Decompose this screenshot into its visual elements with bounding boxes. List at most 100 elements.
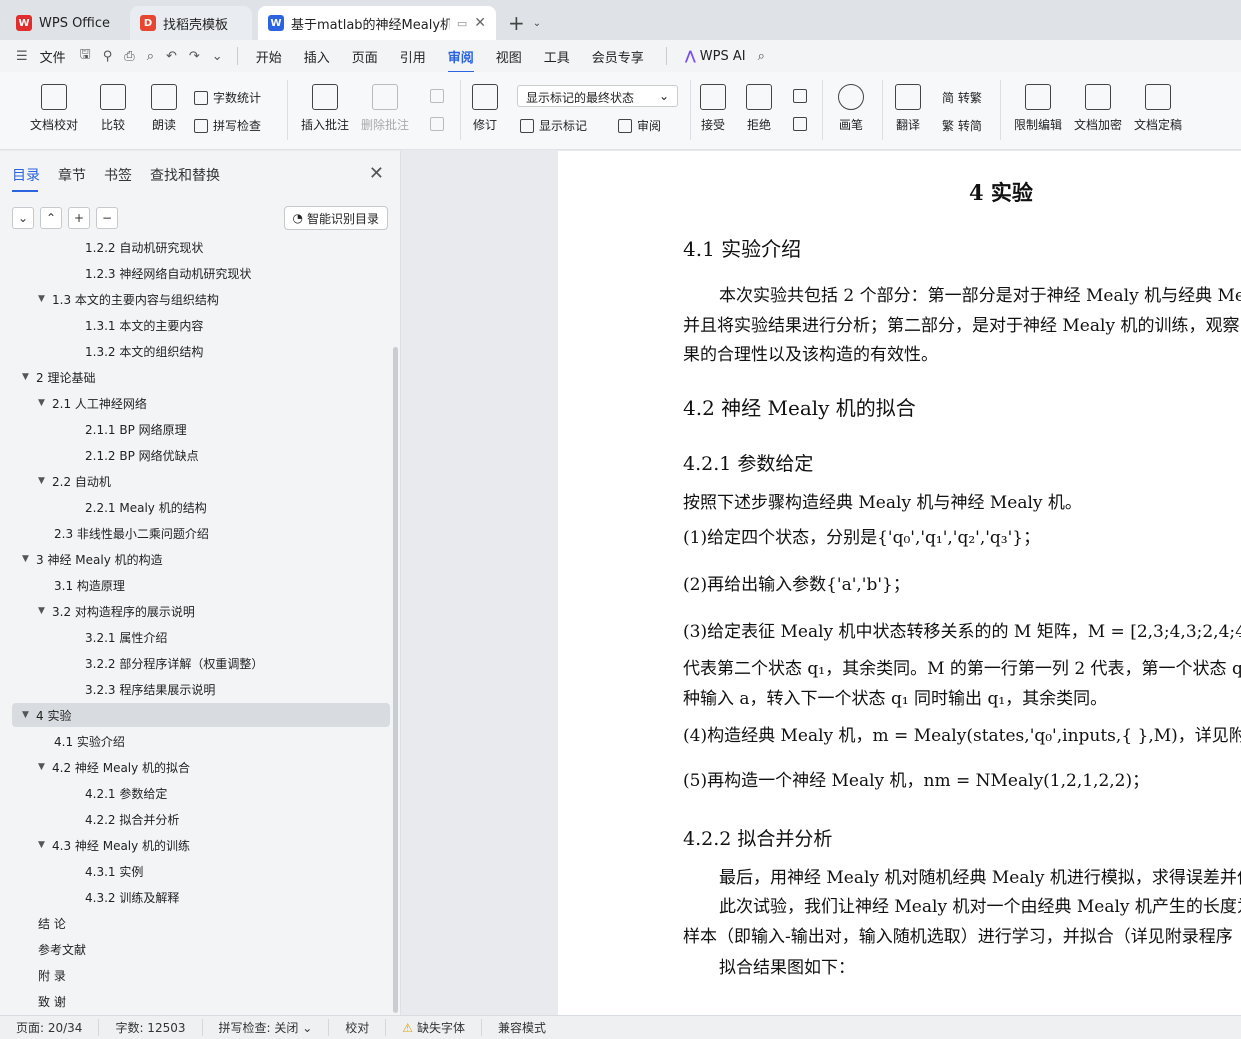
link-icon[interactable]: ⚲ — [103, 49, 113, 64]
expand-arrow-icon[interactable]: ▼ — [38, 840, 52, 850]
restrict-edit-button[interactable]: 限制编辑 — [1014, 84, 1062, 133]
toc-item[interactable]: ▼ 4.2 神经 Mealy 机的拟合 — [12, 755, 390, 779]
expand-arrow-icon[interactable]: ▼ — [22, 372, 36, 382]
toc-item[interactable]: 3.2.1 属性介绍 — [12, 625, 390, 649]
toc-scrollbar[interactable] — [393, 347, 398, 1013]
to-simplified-button[interactable]: 繁 转简 — [942, 117, 982, 134]
toc-item[interactable]: ▼ 2.2 自动机 — [12, 469, 390, 493]
missing-font-indicator[interactable]: ⚠ 缺失字体 — [386, 1019, 483, 1036]
tab-toc[interactable]: 目录 — [12, 165, 40, 192]
toc-item[interactable]: 4.2.1 参数给定 — [12, 781, 390, 805]
tab-wps-office[interactable]: W WPS Office — [6, 6, 124, 40]
chevron-up-icon[interactable]: ⌃ — [40, 207, 62, 229]
to-traditional-button[interactable]: 简 转繁 — [942, 89, 982, 106]
save-icon[interactable]: 🖫 — [80, 45, 91, 67]
toc-item[interactable]: 1.2.2 自动机研究现状 — [12, 241, 390, 259]
menu-page[interactable]: 页面 — [352, 47, 378, 66]
insert-comment-button[interactable]: 插入批注 — [301, 84, 349, 133]
track-changes-button[interactable]: 修订 — [472, 84, 498, 133]
translate-button[interactable]: 翻译 — [895, 84, 921, 133]
encrypt-button[interactable]: 文档加密 — [1074, 84, 1122, 133]
next-comment-button[interactable] — [430, 117, 444, 131]
tab-document[interactable]: W 基于matlab的神经Mealy机的 ▭ ✕ — [258, 6, 496, 40]
expand-arrow-icon[interactable]: ▼ — [38, 294, 52, 304]
toc-item[interactable]: 4.2.2 拟合并分析 — [12, 807, 390, 831]
toc-item[interactable]: 结 论 — [12, 911, 390, 935]
menu-insert[interactable]: 插入 — [304, 47, 330, 66]
menu-file[interactable]: 文件 — [40, 47, 66, 66]
tab-docer-templates[interactable]: D 找稻壳模板 — [130, 6, 252, 40]
pen-button[interactable]: 画笔 — [838, 84, 864, 133]
spell-check-button[interactable]: 拼写检查 — [194, 117, 261, 134]
read-aloud-button[interactable]: 朗读 — [151, 84, 177, 133]
tab-chapters[interactable]: 章节 — [58, 165, 86, 192]
toc-item[interactable]: 4.1 实验介绍 — [12, 729, 390, 753]
close-icon[interactable]: ✕ — [369, 163, 384, 184]
review-pane-button[interactable]: 审阅 — [618, 117, 661, 134]
tab-bookmarks[interactable]: 书签 — [104, 165, 132, 192]
accept-button[interactable]: 接受 — [700, 84, 726, 133]
print-icon[interactable]: ⎙ — [124, 49, 134, 64]
toc-item[interactable]: 致 谢 — [12, 989, 390, 1013]
toc-item[interactable]: 附 录 — [12, 963, 390, 987]
prev-change-button[interactable] — [793, 89, 807, 103]
menu-view[interactable]: 视图 — [496, 47, 522, 66]
doc-check-button[interactable]: 文档校对 — [30, 84, 78, 133]
word-count-indicator[interactable]: 字数: 12503 — [99, 1019, 203, 1036]
toc-item[interactable]: 2.1.2 BP 网络优缺点 — [12, 443, 390, 467]
smart-toc-button[interactable]: ◔ 智能识别目录 — [283, 206, 388, 230]
toc-item[interactable]: 4.3.2 训练及解释 — [12, 885, 390, 909]
prev-comment-button[interactable] — [430, 89, 444, 103]
compare-button[interactable]: 比较 — [100, 84, 126, 133]
menu-home[interactable]: 开始 — [256, 47, 282, 66]
redo-icon[interactable]: ↷ — [189, 49, 200, 64]
chevron-down-icon[interactable]: ⌄ — [533, 18, 541, 29]
toc-item[interactable]: ▼ 3.2 对构造程序的展示说明 — [12, 599, 390, 623]
next-change-button[interactable] — [793, 117, 807, 131]
toc-item[interactable]: ▼ 3 神经 Mealy 机的构造 — [12, 547, 390, 571]
toc-item[interactable]: 2.2.1 Mealy 机的结构 — [12, 495, 390, 519]
chevron-down-icon[interactable]: ⌄ — [12, 207, 34, 229]
more-chevron-icon[interactable]: ⌄ — [212, 49, 223, 64]
toc-item[interactable]: 4.3.1 实例 — [12, 859, 390, 883]
print-preview-icon[interactable]: ⌕ — [147, 49, 154, 64]
tab-find-replace[interactable]: 查找和替换 — [150, 165, 220, 192]
expand-arrow-icon[interactable]: ▼ — [38, 606, 52, 616]
toc-item[interactable]: 3.2.3 程序结果展示说明 — [12, 677, 390, 701]
delete-comment-button[interactable]: 删除批注 — [361, 84, 409, 133]
expand-arrow-icon[interactable]: ▼ — [38, 762, 52, 772]
spell-check-indicator[interactable]: 拼写检查: 关闭 ⌄ — [203, 1019, 330, 1036]
toc-item[interactable]: 1.3.1 本文的主要内容 — [12, 313, 390, 337]
expand-arrow-icon[interactable]: ▼ — [22, 710, 36, 720]
search-icon[interactable]: ⌕ — [758, 49, 765, 64]
minus-icon[interactable]: − — [96, 207, 118, 229]
hamburger-icon[interactable]: ☰ — [16, 49, 28, 64]
toc-item[interactable]: 1.3.2 本文的组织结构 — [12, 339, 390, 363]
wps-ai-button[interactable]: ⋀ WPS AI — [685, 49, 746, 64]
toc-item[interactable]: ▼ 4 实验 — [12, 703, 390, 727]
toc-item[interactable]: ▼ 2 理论基础 — [12, 365, 390, 389]
plus-icon[interactable]: + — [68, 207, 90, 229]
toc-item[interactable]: ▼ 2.1 人工神经网络 — [12, 391, 390, 415]
menu-tools[interactable]: 工具 — [544, 47, 570, 66]
markup-mode-select[interactable]: 显示标记的最终状态 ⌄ — [517, 85, 678, 107]
expand-arrow-icon[interactable]: ▼ — [38, 476, 52, 486]
toc-item[interactable]: 2.3 非线性最小二乘问题介绍 — [12, 521, 390, 545]
word-count-button[interactable]: 字数统计 — [194, 89, 261, 106]
show-markup-button[interactable]: 显示标记 — [520, 117, 587, 134]
menu-references[interactable]: 引用 — [400, 47, 426, 66]
proofread-indicator[interactable]: 校对 — [329, 1019, 387, 1036]
toc-item[interactable]: 2.1.1 BP 网络原理 — [12, 417, 390, 441]
close-tab-icon[interactable]: ✕ — [474, 15, 486, 31]
menu-member[interactable]: 会员专享 — [592, 47, 644, 66]
toc-item[interactable]: 3.2.2 部分程序详解（权重调整） — [12, 651, 390, 675]
expand-arrow-icon[interactable]: ▼ — [38, 398, 52, 408]
toc-item[interactable]: 参考文献 — [12, 937, 390, 961]
menu-review[interactable]: 审阅 — [447, 47, 474, 73]
finalize-button[interactable]: 文档定稿 — [1134, 84, 1182, 133]
toc-item[interactable]: 1.2.3 神经网络自动机研究现状 — [12, 261, 390, 285]
toc-item[interactable]: ▼ 4.3 神经 Mealy 机的训练 — [12, 833, 390, 857]
document-page[interactable]: 4 实验 4.1 实验介绍 本次实验共包括 2 个部分：第一部分是对于神经 Me… — [558, 151, 1241, 1015]
new-tab-button[interactable]: + ⌄ — [502, 6, 547, 40]
toc-item[interactable]: ▼ 1.3 本文的主要内容与组织结构 — [12, 287, 390, 311]
